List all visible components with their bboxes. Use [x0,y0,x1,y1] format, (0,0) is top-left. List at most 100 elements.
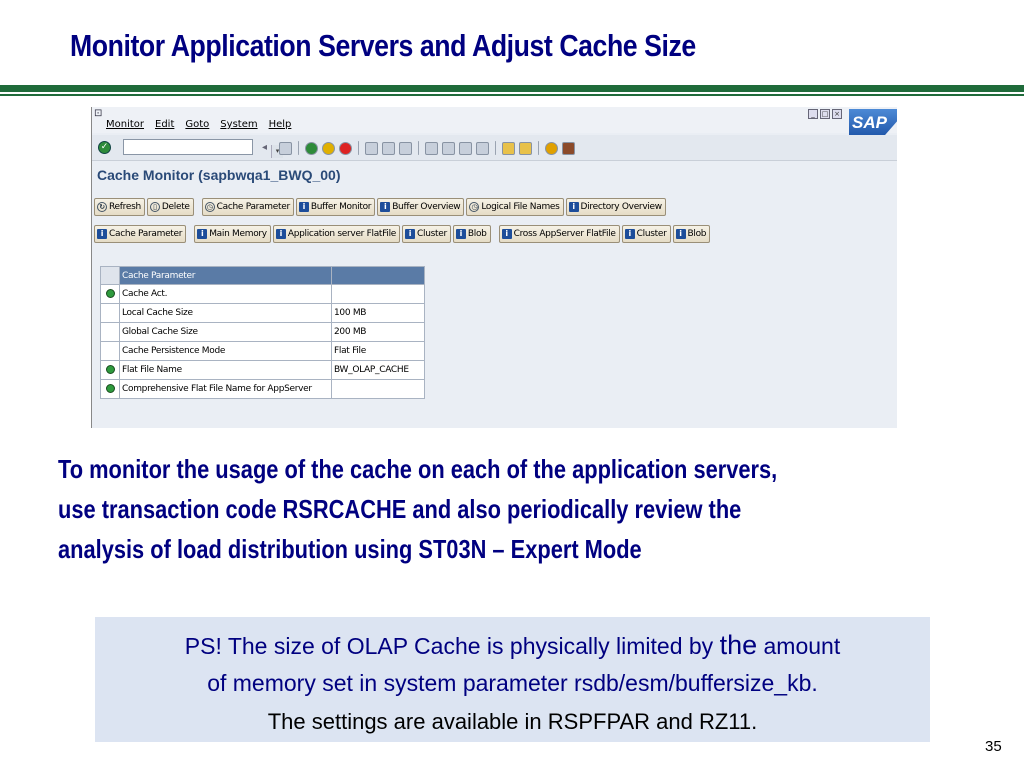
info-icon: i [298,202,309,212]
toolbar-separator [538,141,539,155]
command-field[interactable]: ▾ [123,139,283,158]
info-icon: i [97,229,107,239]
cross-appserver-flatfile-button[interactable]: i Cross AppServer FlatFile [498,225,620,243]
minimize-icon[interactable]: _ [808,109,818,119]
info-icon: i [501,229,512,239]
menu-item-edit[interactable]: Edit [155,119,174,130]
find-icon[interactable] [382,141,395,155]
column-header: Cache Parameter [119,266,332,285]
button-group-separator [188,225,192,243]
menu-item-goto[interactable]: Goto [185,119,209,130]
help-icon[interactable] [545,141,558,155]
button-label: Cache Parameter [109,229,183,239]
button-label: Buffer Overview [392,202,461,212]
refresh-icon: ↻ [97,202,107,212]
button-group-separator [196,198,200,216]
logical-file-names-button[interactable]: ◷ Logical File Names [466,198,564,216]
value-column-header [331,266,425,285]
info-icon: i [675,229,686,239]
ps-line-3: The settings are available in RSPFPAR an… [267,709,758,734]
status-cell [100,379,120,399]
print-icon[interactable] [365,141,378,155]
body-line: use transaction code RSRCACHE and also p… [58,494,742,524]
status-cell [100,322,120,342]
sap-menubar: ⊡ Monitor Edit Goto System Help _ □ × SAP [92,107,897,137]
sap-logo-text: SAP [852,113,887,132]
parameter-name: Local Cache Size [119,303,332,323]
info-icon: i [568,202,579,212]
back-icon[interactable] [305,141,318,155]
refresh-button[interactable]: ↻ Refresh [94,198,145,216]
application-server-flatfile-button[interactable]: i Application server FlatFile [272,225,401,243]
menu-item-help[interactable]: Help [269,119,292,130]
standard-toolbar: ✓ ▾ ◂ [92,135,897,161]
menu-item-monitor[interactable]: Monitor [106,119,144,130]
save-icon[interactable] [279,141,292,155]
green-light-icon [105,365,115,374]
parameter-value: 200 MB [331,322,425,342]
toolbar-separator [418,141,419,155]
layout-menu-icon[interactable] [562,141,575,155]
button-label: Main Memory [209,229,267,239]
title-divider-thin [0,94,1024,96]
info-icon: i [197,229,208,239]
enter-check-icon[interactable]: ✓ [98,141,111,154]
button-label: Cross AppServer FlatFile [513,229,616,239]
toolbar-separator [358,141,359,155]
cluster-button[interactable]: i Cluster [402,225,451,243]
status-cell [100,303,120,323]
clock-icon: ◷ [204,202,215,212]
application-toolbar-row-1: ↻ Refresh ▯ Delete ◷ Cache Parameter i Buffer M… [94,198,666,216]
parameter-value: Flat File [331,341,425,361]
find-next-icon[interactable] [399,141,412,155]
cache-parameter-button[interactable]: ◷ Cache Parameter [201,198,294,216]
buffer-monitor-button[interactable]: i Buffer Monitor [295,198,376,216]
table-row: Comprehensive Flat File Name for AppServ… [100,379,425,399]
exit-icon[interactable] [322,141,335,155]
close-icon[interactable]: × [832,109,842,119]
cancel-icon[interactable] [339,141,352,155]
status-cell [100,341,120,361]
button-label: Directory Overview [580,202,663,212]
trash-icon: ▯ [149,202,160,212]
shortcut-icon[interactable] [519,141,532,155]
info-icon: i [624,229,635,239]
table-row: Flat File Name BW_OLAP_CACHE [100,360,425,380]
first-page-icon[interactable] [425,141,438,155]
parameter-name: Cache Persistence Mode [119,341,332,361]
cache-parameter-button[interactable]: i Cache Parameter [94,225,187,243]
button-label: Refresh [109,202,141,212]
app-menu-icon[interactable]: ⊡ [94,108,102,119]
ps-text: amount [757,633,841,659]
toolbar-separator [495,141,496,155]
parameter-value [331,379,425,399]
back-arrow-icon[interactable]: ◂ [262,142,275,155]
info-icon: i [455,229,466,239]
button-label: Cache Parameter [216,202,290,212]
info-icon: i [275,229,286,239]
cache-parameter-table: Cache Parameter Cache Act. Local Cache Si… [100,266,425,399]
parameter-name: Comprehensive Flat File Name for AppServ… [119,379,332,399]
sap-logo: SAP [849,109,897,137]
blob-button[interactable]: i Blob [452,225,491,243]
screen-title: Cache Monitor (sapbwqa1_BWQ_00) [97,167,341,183]
new-session-icon[interactable] [502,141,515,155]
table-row: Cache Act. [100,284,425,304]
buffer-overview-button[interactable]: i Buffer Overview [377,198,465,216]
main-memory-button[interactable]: i Main Memory [194,225,271,243]
directory-overview-button[interactable]: i Directory Overview [565,198,666,216]
menu-item-system[interactable]: System [220,119,257,130]
next-page-icon[interactable] [459,141,472,155]
toolbar-icons: ◂ [262,141,575,155]
delete-button[interactable]: ▯ Delete [146,198,194,216]
previous-page-icon[interactable] [442,141,455,155]
ps-text-emphasis: the [719,630,758,660]
button-group-separator [493,225,497,243]
last-page-icon[interactable] [476,141,489,155]
button-label: Blob [467,229,487,239]
cluster-button[interactable]: i Cluster [621,225,671,243]
slide-title: Monitor Application Servers and Adjust C… [70,28,696,63]
maximize-icon[interactable]: □ [820,109,830,119]
blob-button[interactable]: i Blob [672,225,711,243]
ps-line-1: PS! The size of OLAP Cache is physically… [95,630,930,661]
